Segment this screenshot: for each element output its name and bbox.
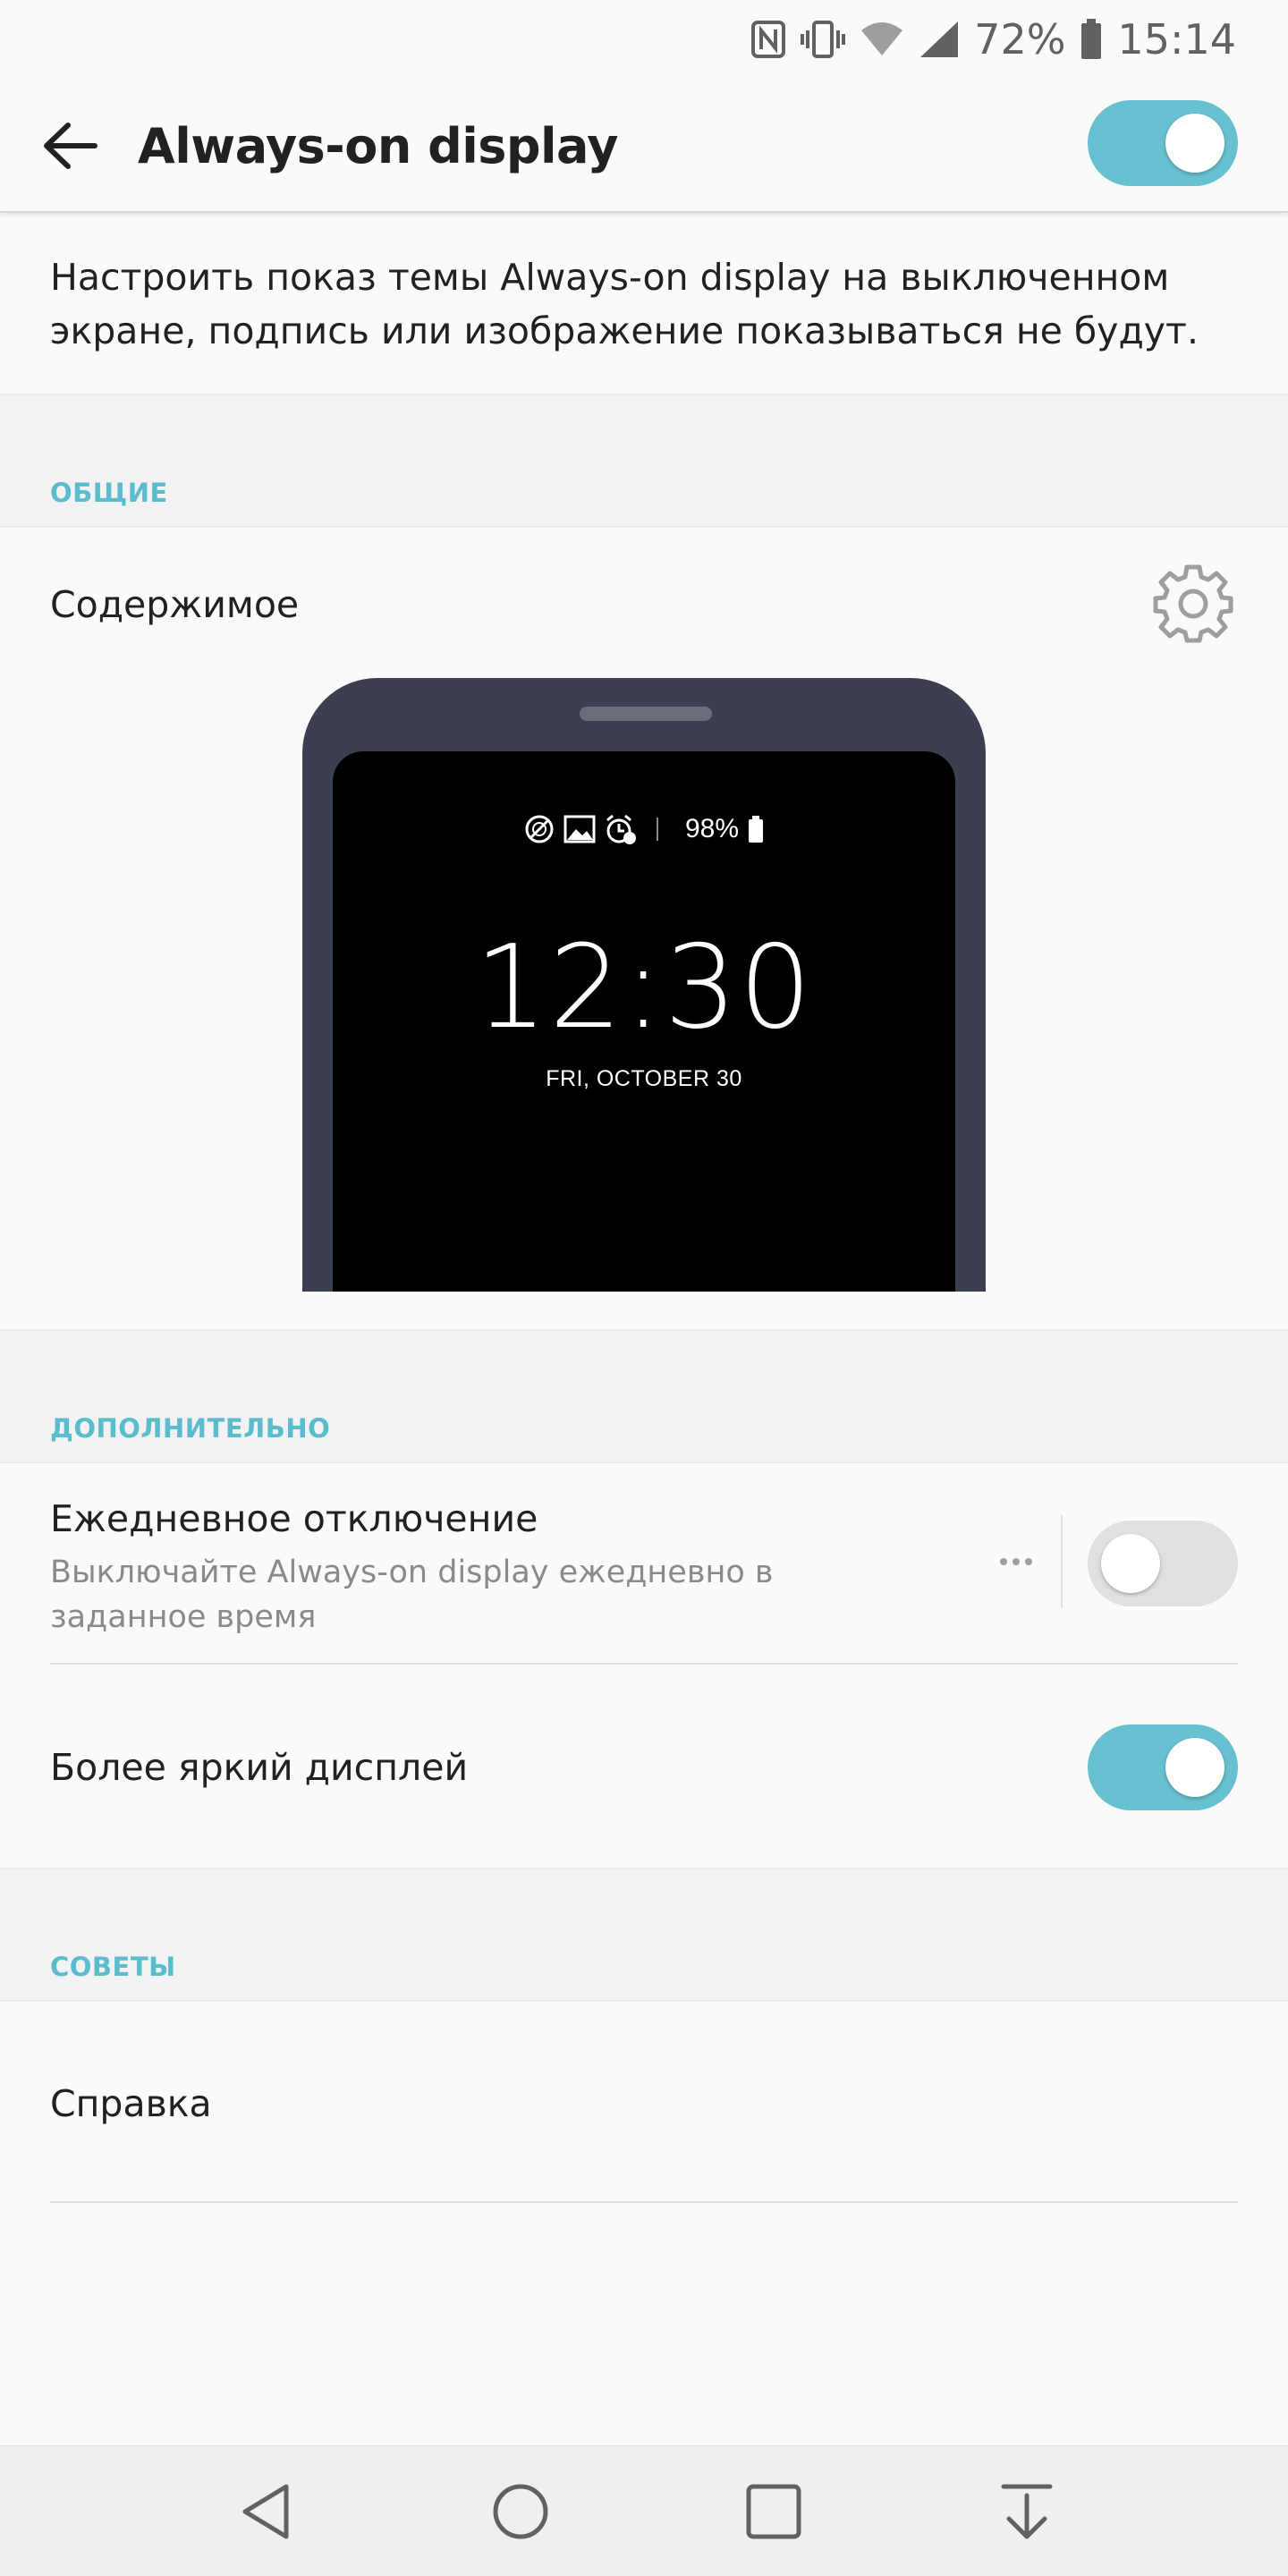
nav-back-button[interactable] — [222, 2467, 311, 2556]
vibrate-icon — [801, 20, 846, 59]
phone-speaker — [580, 707, 712, 721]
aod-battery-icon — [749, 816, 764, 843]
status-time: 15:14 — [1117, 15, 1236, 64]
section-general-bg — [0, 394, 1288, 528]
battery-icon — [1080, 19, 1103, 60]
vertical-divider — [1061, 1515, 1063, 1608]
section-header-tips: СОВЕТЫ — [50, 1952, 176, 1982]
master-toggle[interactable] — [1088, 100, 1238, 186]
toggle-knob — [1165, 1738, 1224, 1797]
content-label: Содержимое — [50, 583, 300, 626]
nfc-icon — [750, 20, 786, 59]
status-bar: 72% 15:14 — [0, 0, 1288, 79]
help-item[interactable]: Справка — [50, 2082, 212, 2125]
recents-icon — [746, 2484, 801, 2539]
aod-status-row: 98% — [333, 810, 955, 848]
section-header-general: ОБЩИЕ — [50, 478, 168, 508]
description-text: Настроить показ темы Always-on display н… — [50, 256, 1199, 352]
navigation-bar — [0, 2445, 1288, 2576]
app-bar: Always-on display — [0, 79, 1288, 213]
section-header-additional: ДОПОЛНИТЕЛЬНО — [50, 1413, 331, 1444]
back-icon — [242, 2484, 289, 2539]
content-settings-button[interactable] — [1150, 560, 1236, 646]
battery-percent: 72% — [974, 15, 1066, 64]
nav-home-button[interactable] — [476, 2467, 565, 2556]
status-icons: 72% 15:14 — [750, 13, 1236, 66]
aod-date: FRI, OCTOBER 30 — [546, 1066, 742, 1091]
aod-clock: 12:30 — [474, 921, 814, 1055]
daily-off-subtitle: Выключайте Always-on display ежедневно в… — [50, 1555, 774, 1635]
brighter-display-toggle[interactable] — [1088, 1724, 1238, 1810]
more-dot-icon — [1025, 1558, 1032, 1565]
brighter-display-title[interactable]: Более яркий дисплей — [50, 1746, 468, 1789]
more-dot-icon — [1000, 1558, 1007, 1565]
home-icon — [493, 2484, 548, 2539]
more-dot-icon — [1013, 1558, 1020, 1565]
nav-recents-button[interactable] — [729, 2467, 818, 2556]
toggle-knob — [1101, 1534, 1160, 1593]
arrow-back-icon — [44, 123, 97, 169]
daily-off-more-button[interactable] — [989, 1544, 1043, 1580]
no-disturb-icon — [525, 815, 554, 843]
back-button[interactable] — [36, 112, 104, 180]
daily-off-toggle[interactable] — [1088, 1521, 1238, 1606]
nav-notification-button[interactable] — [982, 2467, 1072, 2556]
wifi-icon — [860, 21, 904, 57]
aod-preview-phone[interactable]: 98% 12:30 FRI, OCTOBER 30 — [302, 678, 986, 1292]
item-divider — [50, 2201, 1238, 2203]
toggle-knob — [1165, 114, 1224, 173]
notification-pull-icon — [1001, 2484, 1053, 2539]
item-divider — [50, 1663, 1238, 1665]
page-title: Always-on display — [138, 118, 619, 174]
aod-separator — [656, 818, 658, 841]
aod-battery-percent: 98% — [684, 814, 740, 843]
signal-icon — [919, 20, 960, 59]
image-icon — [564, 815, 596, 843]
section-tips-bg — [0, 1868, 1288, 2002]
aod-preview-screen: 98% 12:30 FRI, OCTOBER 30 — [333, 751, 955, 1292]
alarm-icon — [606, 814, 636, 844]
daily-off-title[interactable]: Ежедневное отключение — [50, 1497, 538, 1540]
gear-icon — [1153, 564, 1233, 643]
